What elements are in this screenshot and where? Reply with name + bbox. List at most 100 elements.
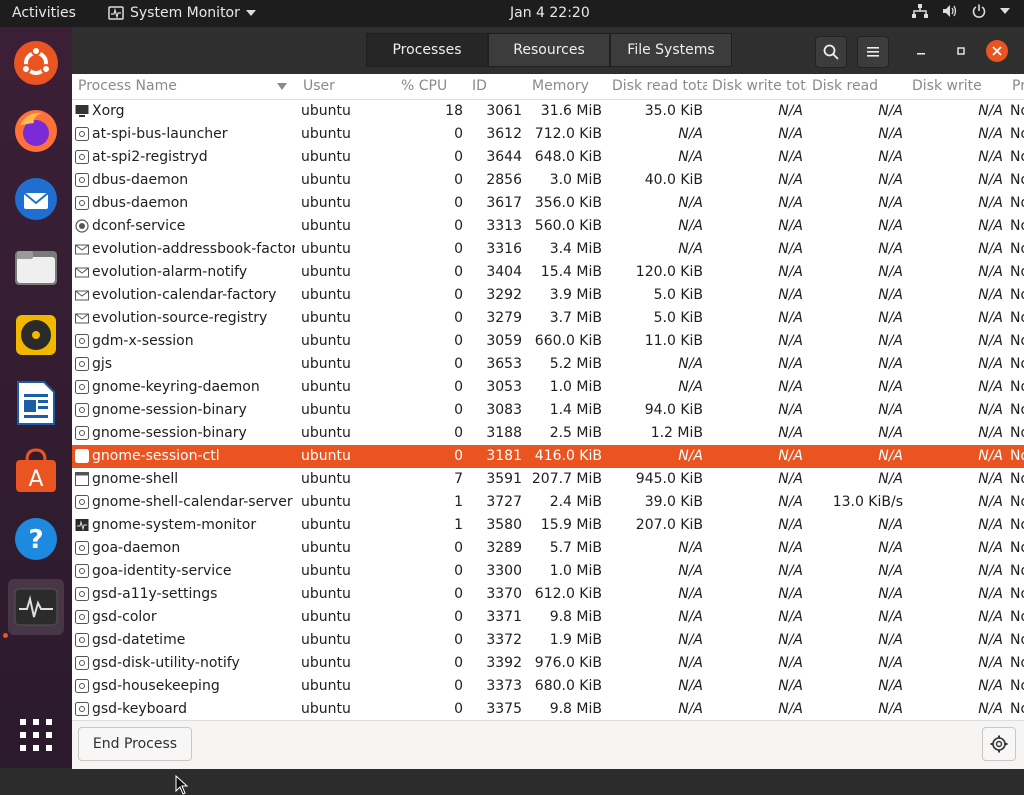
table-row[interactable]: at-spi-bus-launcher ubuntu 0 3612 712.0 KiB N… xyxy=(72,123,1024,146)
cell-user: ubuntu xyxy=(301,287,351,303)
menu-button[interactable] xyxy=(857,36,889,68)
sort-descending-icon[interactable] xyxy=(277,83,287,90)
table-row[interactable]: goa-daemon ubuntu 0 3289 5.7 MiB N/A N/A N/A N/A… xyxy=(72,537,1024,560)
table-row[interactable]: gnome-session-binary ubuntu 0 3188 2.5 MiB 1.… xyxy=(72,422,1024,445)
ubuntu-software-icon[interactable] xyxy=(8,35,64,91)
show-apps-icon[interactable] xyxy=(8,707,64,763)
table-row[interactable]: gnome-shell-calendar-server ubuntu 1 3727 2.… xyxy=(72,491,1024,514)
cell-process-name: evolution-addressbook-factory xyxy=(92,241,295,257)
cell-id: 3591 xyxy=(486,471,522,487)
column-header-disk-write-total[interactable]: Disk write total xyxy=(712,78,807,94)
cell-disk-read-total: 120.0 KiB xyxy=(635,264,703,280)
table-row[interactable]: gnome-session-binary ubuntu 0 3083 1.4 MiB 94… xyxy=(72,399,1024,422)
app-store-icon[interactable]: A xyxy=(8,443,64,499)
files-icon[interactable] xyxy=(8,239,64,295)
column-header-memory[interactable]: Memory xyxy=(532,78,604,94)
table-row[interactable]: gnome-shell ubuntu 7 3591 207.7 MiB 945.0 KiB… xyxy=(72,468,1024,491)
network-icon xyxy=(912,4,928,18)
cell-disk-write: N/A xyxy=(978,655,1003,671)
system-monitor-icon[interactable] xyxy=(8,579,64,635)
cell-id: 3279 xyxy=(486,310,522,326)
cell-id: 3644 xyxy=(486,149,522,165)
column-header-priority[interactable]: Priority xyxy=(1012,78,1024,94)
table-row[interactable]: evolution-calendar-factory ubuntu 0 3292 3.9… xyxy=(72,284,1024,307)
cell-user: ubuntu xyxy=(301,425,351,441)
chevron-down-icon xyxy=(245,10,256,16)
table-row[interactable]: evolution-source-registry ubuntu 0 3279 3.7 … xyxy=(72,307,1024,330)
table-row[interactable]: gsd-disk-utility-notify ubuntu 0 3392 976.0 … xyxy=(72,652,1024,675)
cell-disk-write-total: N/A xyxy=(778,632,803,648)
cell-disk-read-total: 207.0 KiB xyxy=(635,517,703,533)
svg-text:?: ? xyxy=(28,525,43,555)
table-row[interactable]: evolution-addressbook-factory ubuntu 0 3316… xyxy=(72,238,1024,261)
clock[interactable]: Jan 4 22:20 xyxy=(510,5,590,21)
cell-process-name: gjs xyxy=(92,356,113,372)
tab-processes[interactable]: Processes xyxy=(366,33,488,67)
vertical-scrollbar[interactable] xyxy=(1020,100,1024,743)
table-row[interactable]: gsd-a11y-settings ubuntu 0 3370 612.0 KiB N/A… xyxy=(72,583,1024,606)
cell-memory: 2.5 MiB xyxy=(549,425,602,441)
cell-disk-read-total: N/A xyxy=(678,655,703,671)
table-row[interactable]: gsd-datetime ubuntu 0 3372 1.9 MiB N/A N/A N/A N… xyxy=(72,629,1024,652)
table-row[interactable]: gnome-keyring-daemon ubuntu 0 3053 1.0 MiB N/… xyxy=(72,376,1024,399)
thunderbird-icon[interactable] xyxy=(8,171,64,227)
cell-memory: 5.7 MiB xyxy=(549,540,602,556)
cell-cpu: 0 xyxy=(454,356,463,372)
tab-resources[interactable]: Resources xyxy=(488,33,610,67)
minimize-button[interactable] xyxy=(906,36,936,66)
table-row[interactable]: evolution-alarm-notify ubuntu 0 3404 15.4 Mi… xyxy=(72,261,1024,284)
maximize-button[interactable] xyxy=(946,36,976,66)
libreoffice-writer-icon[interactable] xyxy=(8,375,64,431)
column-header-disk-read[interactable]: Disk read xyxy=(812,78,907,94)
cell-user: ubuntu xyxy=(301,264,351,280)
table-row[interactable]: goa-identity-service ubuntu 0 3300 1.0 MiB N/… xyxy=(72,560,1024,583)
table-row[interactable]: gjsubuntu036535.2 MiBN/AN/AN/AN/ANormal xyxy=(72,353,1024,376)
activities-button[interactable]: Activities xyxy=(12,5,76,21)
process-table[interactable]: Xorg ubuntu 18 3061 31.6 MiB 35.0 KiB N/A N/A N/… xyxy=(72,100,1024,743)
column-header-user[interactable]: User xyxy=(303,78,393,94)
column-header-cpu[interactable]: % CPU xyxy=(401,78,461,94)
search-button[interactable] xyxy=(815,36,847,68)
column-header-disk-write[interactable]: Disk write xyxy=(912,78,1007,94)
table-row[interactable]: gsd-housekeeping ubuntu 0 3373 680.0 KiB N/A N… xyxy=(72,675,1024,698)
table-row[interactable]: dbus-daemon ubuntu 0 3617 356.0 KiB N/A N/A N/A… xyxy=(72,192,1024,215)
cell-disk-write: N/A xyxy=(978,264,1003,280)
app-menu[interactable]: System Monitor xyxy=(108,5,256,21)
cell-memory: 356.0 KiB xyxy=(534,195,602,211)
firefox-icon[interactable] xyxy=(8,103,64,159)
cell-id: 3580 xyxy=(486,517,522,533)
cell-disk-write: N/A xyxy=(978,448,1003,464)
end-process-button[interactable]: End Process xyxy=(78,727,192,761)
cell-process-name: gsd-color xyxy=(92,609,157,625)
cell-id: 3404 xyxy=(486,264,522,280)
table-row[interactable]: gnome-session-ctl ubuntu 0 3181 416.0 KiB N/A… xyxy=(72,445,1024,468)
table-row[interactable]: gsd-keyboard ubuntu 0 3375 9.8 MiB N/A N/A N/A N… xyxy=(72,698,1024,721)
cell-memory: 15.4 MiB xyxy=(540,264,602,280)
cell-process-name: gsd-keyboard xyxy=(92,701,188,717)
cell-disk-read: N/A xyxy=(878,287,903,303)
cell-process-name: gsd-a11y-settings xyxy=(92,586,218,602)
table-row[interactable]: gnome-system-monitor ubuntu 1 3580 15.9 MiB 2… xyxy=(72,514,1024,537)
column-header-disk-read-total[interactable]: Disk read total xyxy=(612,78,707,94)
process-properties-button[interactable] xyxy=(982,727,1016,761)
table-row[interactable]: dbus-daemon ubuntu 0 2856 3.0 MiB 40.0 KiB N/A… xyxy=(72,169,1024,192)
rhythmbox-icon[interactable] xyxy=(8,307,64,363)
column-header-process-name[interactable]: Process Name xyxy=(78,78,274,94)
column-header-id[interactable]: ID xyxy=(472,78,522,94)
cell-memory: 15.9 MiB xyxy=(540,517,602,533)
cell-disk-write-total: N/A xyxy=(778,586,803,602)
system-monitor-window: Processes Resources File Systems Process… xyxy=(72,27,1024,795)
system-tray[interactable] xyxy=(912,4,1010,18)
close-button[interactable] xyxy=(986,40,1008,62)
table-row[interactable]: dconf-service ubuntu 0 3313 560.0 KiB N/A N/A N… xyxy=(72,215,1024,238)
table-row[interactable]: gdm-x-session ubuntu 0 3059 660.0 KiB 11.0 Ki… xyxy=(72,330,1024,353)
cell-disk-write-total: N/A xyxy=(778,471,803,487)
table-row[interactable]: gsd-color ubuntu 0 3371 9.8 MiB N/A N/A N/A N/A N… xyxy=(72,606,1024,629)
cell-user: ubuntu xyxy=(301,701,351,717)
table-row[interactable]: at-spi2-registryd ubuntu 0 3644 648.0 KiB N/A… xyxy=(72,146,1024,169)
cell-disk-write: N/A xyxy=(978,494,1003,510)
table-row[interactable]: Xorg ubuntu 18 3061 31.6 MiB 35.0 KiB N/A N/A N/… xyxy=(72,100,1024,123)
cell-process-name: gnome-shell xyxy=(92,471,179,487)
help-icon[interactable]: ? xyxy=(8,511,64,567)
tab-file-systems[interactable]: File Systems xyxy=(610,33,732,67)
